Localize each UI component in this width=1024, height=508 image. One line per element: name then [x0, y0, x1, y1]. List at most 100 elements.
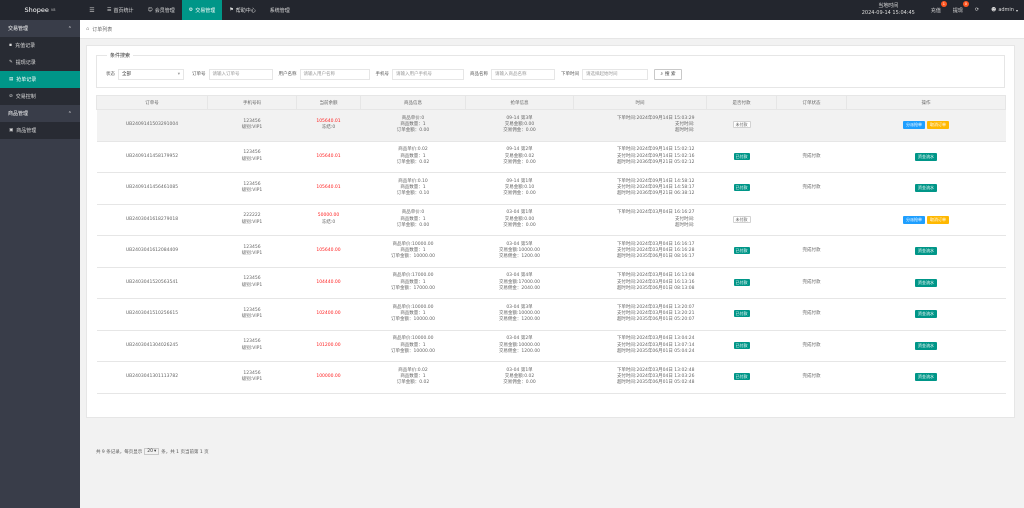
goods-info-cell: 商品单价:0.10 商品数量：1 订单金额：0.10: [360, 172, 466, 205]
status-value: 全部: [122, 72, 131, 77]
home-icon[interactable]: ⌂: [86, 26, 89, 32]
search-button[interactable]: ⌕ 搜 索: [654, 68, 682, 80]
payment-cell: 已付款: [706, 330, 777, 362]
fund-flow-button[interactable]: 资金流水: [915, 152, 937, 161]
column-header: 抢单信息: [465, 95, 574, 110]
main-panel: 条件搜索 状态 全部 ▾ 订单号 请输入订单号 用户名称 请输入用户名称 手机号…: [86, 45, 1015, 455]
sidebar-group-trade[interactable]: 交易管理 ⌃: [0, 20, 80, 37]
order-id: UB2409141503291004: [96, 109, 208, 142]
grab-info-line: 交易佣金：0.00: [503, 159, 536, 165]
page-size-select[interactable]: 20 ▾: [144, 448, 160, 455]
operations-cell: 分派抢单 取消订单: [846, 204, 1006, 236]
order-status: 完成付款: [776, 235, 847, 268]
goods-label: 商品名称: [470, 72, 488, 77]
pagination: 共 9 条记录，每页显示 20 ▾ 条，共 1 页当前第 1 页: [96, 448, 209, 455]
sidebar-item-items1-3[interactable]: ⊘ 交易控制: [0, 88, 80, 105]
balance-amount: 105640.01: [316, 153, 341, 159]
fund-flow-button[interactable]: 资金流水: [915, 373, 937, 382]
menu-toggle-icon[interactable]: ☰: [86, 0, 98, 20]
column-header: 是否付款: [706, 95, 777, 110]
table-row: UB2409141458179952 123456 级别:VIP1 105640.01…: [96, 141, 1006, 173]
vip-level: 级别:VIP1: [241, 251, 263, 257]
phone-cell: 123456 级别:VIP1: [207, 172, 297, 205]
time-cell: 下单时间:2024年03月04日 13:04:24 支付时间:2024年03月04…: [573, 330, 707, 362]
goods-info-line: 订单金额：0.10: [396, 191, 430, 197]
payment-status-badge: 已付款: [733, 310, 750, 318]
grab-info-cell: 03-04 第2单 交易金额:10000.00 交易佣金：1200.00: [465, 330, 574, 362]
balance-amount: 102400.00: [316, 311, 341, 317]
refresh-icon[interactable]: ⟳: [969, 0, 985, 20]
topnav-icon: ☺: [147, 7, 153, 13]
cancel-order-button[interactable]: 取消订单: [927, 215, 949, 224]
goods-info-line: 订单金额：0.02: [396, 159, 430, 165]
user-menu[interactable]: ☻ admin ▾: [985, 0, 1024, 20]
chevron-up-icon: ⌃: [67, 110, 72, 117]
sidebar-item-items1-1[interactable]: ✎ 提现记录: [0, 54, 80, 71]
payment-cell: 已付款: [706, 267, 777, 299]
pager-prefix: 共 9 条记录，每页显示: [96, 449, 143, 455]
goods-info-cell: 商品单价:0.02 商品数量：1 订单金额：0.02: [360, 361, 466, 394]
order-status: 完成付款: [776, 298, 847, 331]
order-id: UB2409141458179952: [96, 141, 208, 173]
table-header-row: 订单号 手机号码 当前余额 商品信息 抢单信息 时间 是否付款 订单状态 操作: [96, 95, 1006, 110]
order-id: UB2403041520563541: [96, 267, 208, 299]
brand-logo[interactable]: Shopee V8: [0, 0, 80, 20]
recharge-notice[interactable]: 充值 1: [925, 0, 947, 20]
goods-input[interactable]: 请输入商品名称: [491, 68, 555, 80]
fund-flow-button[interactable]: 资金流水: [915, 278, 937, 287]
topnav-item-4[interactable]: 系统管理: [263, 0, 297, 20]
cancel-order-button[interactable]: 取消订单: [927, 121, 949, 130]
time-input[interactable]: 请选择起始时间: [582, 68, 648, 80]
sidebar-group-label: 交易管理: [8, 26, 29, 32]
payment-status-badge: 已付款: [733, 247, 750, 255]
fund-flow-button[interactable]: 资金流水: [915, 247, 937, 256]
topnav-item-3[interactable]: ⚑ 帮助中心: [222, 0, 263, 20]
table-row: UB2403041520563541 123456 级别:VIP1 104440.00…: [96, 267, 1006, 299]
vip-level: 级别:VIP1: [241, 156, 263, 162]
sidebar-item-items1-0[interactable]: ▪ 充值记录: [0, 37, 80, 54]
fund-flow-button[interactable]: 资金流水: [915, 184, 937, 193]
phone-label: 手机号: [375, 72, 390, 77]
grab-info-line: 交易佣金：0.00: [503, 191, 536, 197]
username-input[interactable]: 请输入用户名称: [299, 68, 370, 80]
phone-cell: 123456 级别:VIP1: [207, 330, 297, 362]
withdraw-notice[interactable]: 提现 0: [947, 0, 969, 20]
balance-cell: 105640.01 冻结:0: [296, 109, 361, 142]
order-input[interactable]: 请输入订单号: [208, 68, 273, 80]
order-id: UB2403041510256615: [96, 298, 208, 331]
fund-flow-button[interactable]: 资金流水: [915, 310, 937, 319]
sidebar-item-icon: ▣: [9, 128, 14, 133]
time-line: 超时时间:: [674, 222, 695, 228]
sidebar-item-items1-2[interactable]: ▤ 抢单记录: [0, 71, 80, 88]
order-status: [776, 204, 847, 236]
balance-cell: 100000.00: [296, 361, 361, 394]
table-row: UB2403041618279018 222222 级别:VIP1 50000.00 冻…: [96, 204, 1006, 236]
frozen-amount: 冻结:0: [321, 125, 336, 131]
sidebar-item-icon: ▪: [9, 43, 13, 48]
order-id: UB2403041612084409: [96, 235, 208, 268]
status-select[interactable]: 全部 ▾: [118, 68, 184, 80]
sidebar-item-label: 抢单记录: [16, 77, 37, 83]
goods-info-cell: 商品单价:0 商品数量：1 订单金额：0.00: [360, 204, 466, 236]
order-id: UB2403041618279018: [96, 204, 208, 236]
vip-level: 级别:VIP1: [241, 282, 263, 288]
assign-order-button[interactable]: 分派抢单: [903, 215, 925, 224]
phone-input[interactable]: 请输入用户手机号: [392, 68, 464, 80]
top-right-area: 当地时间 2024-09-14 15:04:45 充值 1 提现 0 ⟳ ☻ a…: [862, 0, 1024, 20]
time-line: 超时时间:2035年06月01日 08:16:17: [616, 254, 695, 260]
sidebar-item-items2-0[interactable]: ▣ 商品管理: [0, 122, 80, 139]
time-cell: 下单时间:2024年03月04日 16:16:17 支付时间:2024年03月04…: [573, 235, 707, 268]
assign-order-button[interactable]: 分派抢单: [903, 121, 925, 130]
top-bar: Shopee V8 ☰ ☰ 首页统计 ☺ 会员管理 ⚙ 交易管理 ⚑ 帮助中心 系统管理 当地时间…: [0, 0, 1024, 20]
topnav-item-2[interactable]: ⚙ 交易管理: [181, 0, 223, 20]
sidebar-group-goods[interactable]: 商品管理 ⌃: [0, 105, 80, 122]
topnav-item-1[interactable]: ☺ 会员管理: [141, 0, 182, 20]
grab-info-line: 交易佣金：1200.00: [498, 254, 541, 260]
topnav-item-0[interactable]: ☰ 首页统计: [100, 0, 141, 20]
time-cell: 下单时间:2024年09月14日 14:58:12 支付时间:2024年09月14…: [573, 172, 707, 205]
time-line: 超时时间:2035年06月01日 05:04:24: [616, 348, 695, 354]
fund-flow-button[interactable]: 资金流水: [915, 341, 937, 350]
user-name: admin: [998, 7, 1014, 13]
sidebar-item-label: 充值记录: [15, 43, 36, 49]
payment-status-badge: 已付款: [733, 278, 750, 286]
